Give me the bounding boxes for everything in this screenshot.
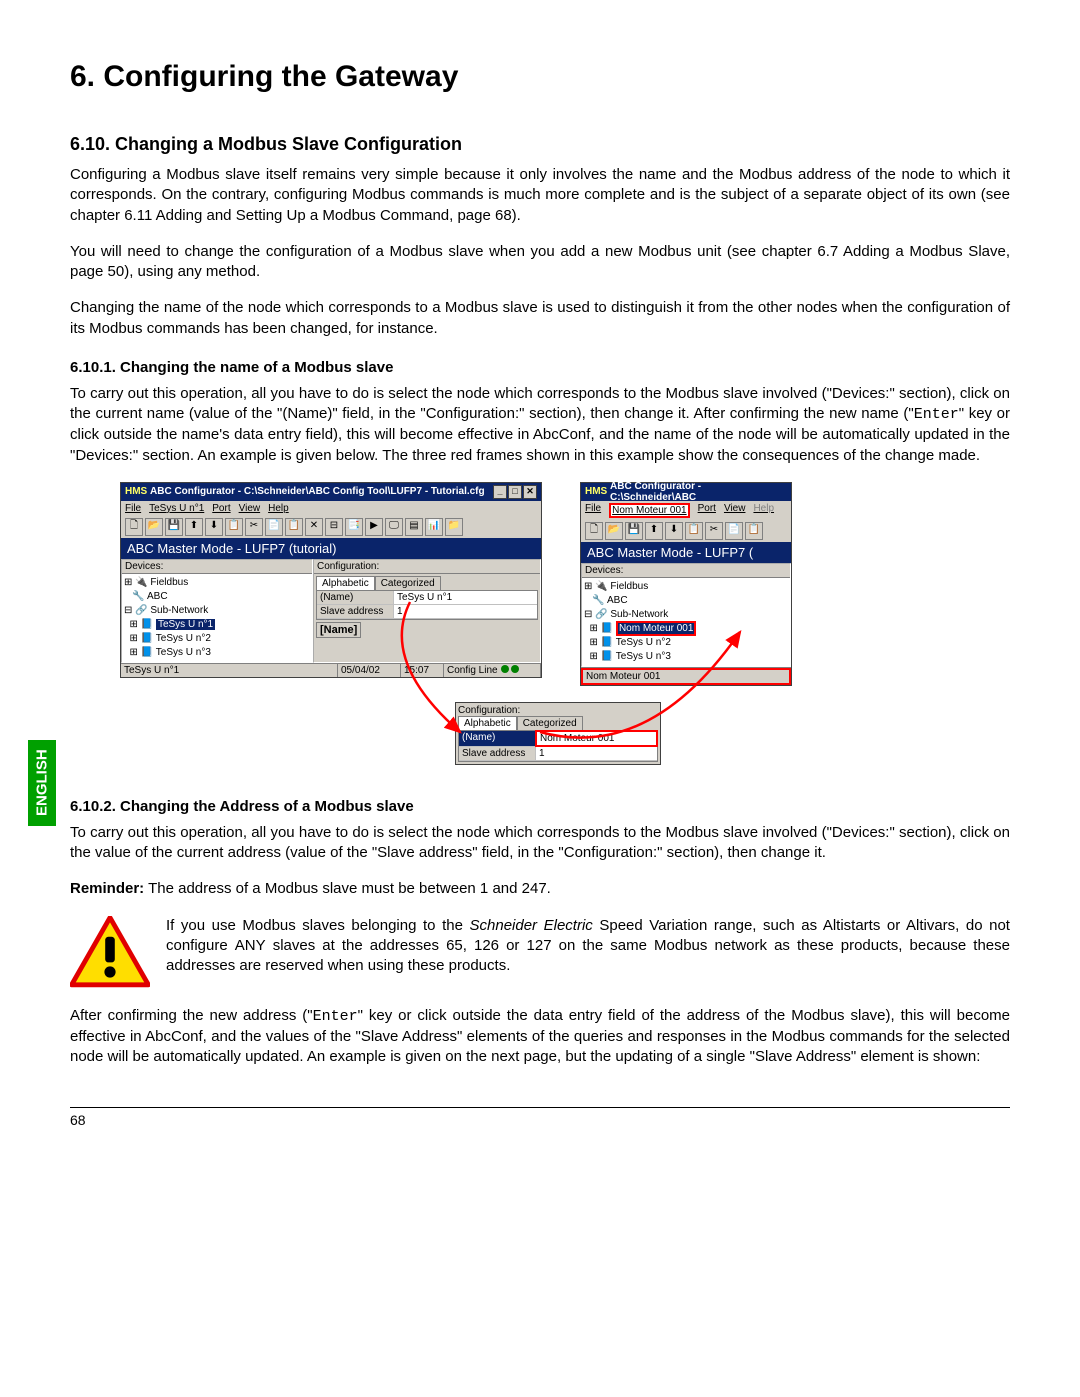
config-header: Configuration: [314, 560, 540, 574]
tree-renamed-node: Nom Moteur 001 [616, 621, 696, 636]
maximize-button[interactable]: □ [508, 485, 522, 499]
toolbar-button[interactable]: 🖵 [385, 518, 403, 536]
menu-file[interactable]: File [125, 503, 141, 514]
toolbar-button[interactable]: ⬆ [645, 522, 663, 540]
menu-node-highlighted[interactable]: Nom Moteur 001 [609, 503, 689, 518]
tab-categorized[interactable]: Categorized [517, 716, 583, 730]
toolbar-button[interactable]: 🗋 [585, 522, 603, 540]
chapter-title: 6. Configuring the Gateway [70, 60, 1010, 94]
screenshot-figure: HMS ABC Configurator - C:\Schneider\ABC … [120, 482, 1010, 778]
toolbar-button[interactable]: ⊟ [325, 518, 343, 536]
name-value[interactable]: TeSys U n°1 [394, 591, 537, 604]
menu-bar: File Nom Moteur 001 Port View Help [581, 501, 791, 520]
name-section: [Name] [316, 622, 361, 638]
toolbar-button[interactable]: 📑 [345, 518, 363, 536]
status-bar: Nom Moteur 001 [581, 667, 791, 685]
slave-address-value[interactable]: 1 [394, 605, 537, 618]
slave-address-label: Slave address [317, 605, 394, 618]
slave-address-value[interactable]: 1 [536, 747, 657, 760]
page-footer: 68 [70, 1107, 1010, 1128]
config-header: Configuration: [458, 705, 658, 716]
toolbar-button[interactable]: 🗋 [125, 518, 143, 536]
toolbar-button[interactable]: 📁 [445, 518, 463, 536]
section-title: 6.10. Changing a Modbus Slave Configurat… [70, 134, 1010, 155]
toolbar-button[interactable]: 📊 [425, 518, 443, 536]
menu-port[interactable]: Port [698, 503, 716, 518]
paragraph: After confirming the new address ("Enter… [70, 1006, 1010, 1068]
page-number: 68 [70, 1112, 86, 1128]
warning-icon [70, 916, 150, 992]
menu-view[interactable]: View [724, 503, 746, 518]
language-tab: ENGLISH [28, 740, 56, 826]
menu-help[interactable]: Help [268, 503, 289, 514]
toolbar-button[interactable]: ✂ [705, 522, 723, 540]
name-value-highlighted[interactable]: Nom Moteur 001 [535, 730, 658, 747]
toolbar-button[interactable]: 📋 [225, 518, 243, 536]
subsection-title: 6.10.1. Changing the name of a Modbus sl… [70, 359, 1010, 376]
toolbar-button[interactable]: ⬇ [205, 518, 223, 536]
reminder-paragraph: Reminder: The address of a Modbus slave … [70, 879, 1010, 899]
devices-header: Devices: [122, 560, 312, 574]
toolbar-button[interactable]: ▶ [365, 518, 383, 536]
toolbar-button[interactable]: 📄 [725, 522, 743, 540]
menu-file[interactable]: File [585, 503, 601, 518]
toolbar-button[interactable]: ⬆ [185, 518, 203, 536]
menu-bar: File TeSys U n°1 Port View Help [121, 501, 541, 516]
toolbar-button[interactable]: 📄 [265, 518, 283, 536]
tool-bar: 🗋 📂 💾 ⬆ ⬇ 📋 ✂ 📄 📋 [581, 520, 791, 542]
subsection-title: 6.10.2. Changing the Address of a Modbus… [70, 798, 1010, 815]
tab-alphabetic[interactable]: Alphabetic [458, 716, 517, 730]
paragraph: You will need to change the configuratio… [70, 242, 1010, 283]
paragraph: Configuring a Modbus slave itself remain… [70, 165, 1010, 226]
warning-text: If you use Modbus slaves belonging to th… [166, 916, 1010, 977]
devices-tree[interactable]: ⊞ 🔌 Fieldbus 🔧 ABC ⊟ 🔗 Sub-Network ⊞ 📘 T… [122, 574, 312, 662]
mode-bar: ABC Master Mode - LUFP7 (tutorial) [121, 538, 541, 559]
toolbar-button[interactable]: ⬇ [665, 522, 683, 540]
toolbar-button[interactable]: 💾 [625, 522, 643, 540]
config-popup: Configuration: Alphabetic Categorized (N… [455, 702, 661, 765]
devices-header: Devices: [582, 564, 790, 578]
status-highlighted: Nom Moteur 001 [581, 668, 791, 685]
window-title: ABC Configurator - C:\Schneider\ABC Conf… [150, 486, 485, 497]
paragraph: To carry out this operation, all you hav… [70, 823, 1010, 864]
toolbar-button[interactable]: 💾 [165, 518, 183, 536]
menu-help[interactable]: Help [753, 503, 774, 518]
close-button[interactable]: ✕ [523, 485, 537, 499]
toolbar-button[interactable]: 📂 [145, 518, 163, 536]
toolbar-button[interactable]: 📋 [685, 522, 703, 540]
paragraph: To carry out this operation, all you hav… [70, 384, 1010, 466]
menu-node[interactable]: TeSys U n°1 [149, 503, 204, 514]
window-title-bar: HMS ABC Configurator - C:\Schneider\ABC … [121, 483, 541, 501]
minimize-button[interactable]: _ [493, 485, 507, 499]
devices-tree[interactable]: ⊞ 🔌 Fieldbus 🔧 ABC ⊟ 🔗 Sub-Network ⊞ 📘 N… [582, 578, 790, 666]
tab-categorized[interactable]: Categorized [375, 576, 441, 590]
toolbar-button[interactable]: ▤ [405, 518, 423, 536]
tool-bar: 🗋 📂 💾 ⬆ ⬇ 📋 ✂ 📄 📋 ✕ ⊟ 📑 ▶ 🖵 ▤ 📊 📁 [121, 516, 541, 538]
menu-port[interactable]: Port [212, 503, 230, 514]
tree-selected-node: TeSys U n°1 [156, 619, 215, 630]
status-bar: TeSys U n°1 05/04/02 15:07 Config Line [121, 663, 541, 677]
toolbar-button[interactable]: 📋 [285, 518, 303, 536]
toolbar-button[interactable]: 📂 [605, 522, 623, 540]
window-title-bar: HMS ABC Configurator - C:\Schneider\ABC [581, 483, 791, 501]
slave-address-label: Slave address [459, 747, 536, 760]
window-title: ABC Configurator - C:\Schneider\ABC [610, 481, 787, 503]
paragraph: Changing the name of the node which corr… [70, 298, 1010, 339]
toolbar-button[interactable]: ✕ [305, 518, 323, 536]
name-label-selected: (Name) [459, 731, 536, 746]
mode-bar: ABC Master Mode - LUFP7 ( [581, 542, 791, 563]
menu-view[interactable]: View [239, 503, 261, 514]
toolbar-button[interactable]: 📋 [745, 522, 763, 540]
tab-alphabetic[interactable]: Alphabetic [316, 576, 375, 590]
name-label: (Name) [317, 591, 394, 604]
toolbar-button[interactable]: ✂ [245, 518, 263, 536]
